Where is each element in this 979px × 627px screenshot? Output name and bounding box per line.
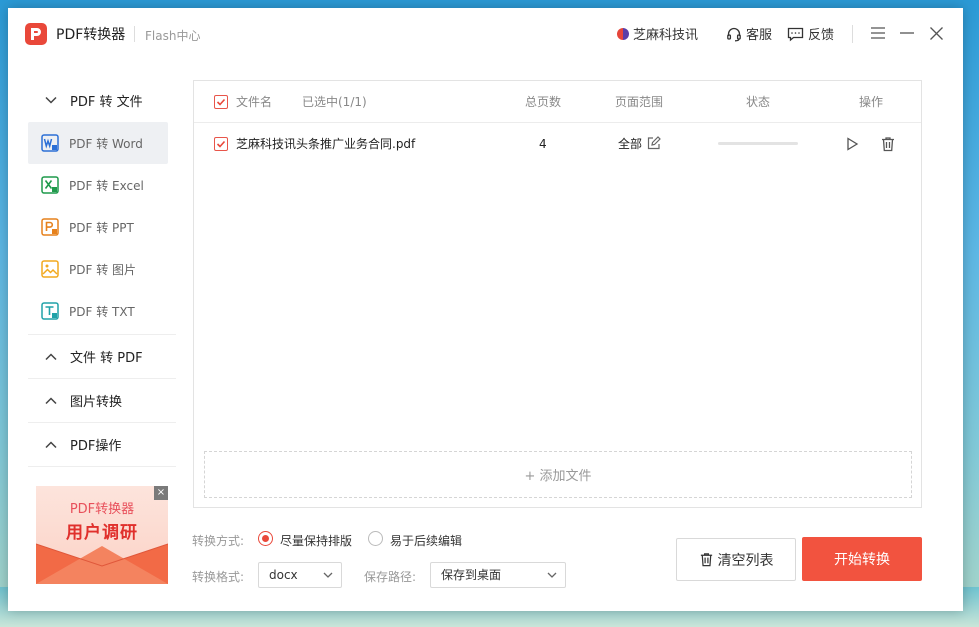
- app-logo-icon: [25, 23, 47, 45]
- chevron-down-icon: [547, 572, 557, 578]
- page-count: 4: [539, 137, 547, 151]
- sidebar-item-label: PDF 转 Excel: [69, 178, 144, 193]
- mode-radio-keep-layout[interactable]: [258, 531, 273, 546]
- promo-title: PDF转换器: [69, 502, 135, 517]
- format-label: 转换格式:: [192, 570, 245, 584]
- select-all-checkbox[interactable]: [214, 95, 228, 109]
- group-image-convert[interactable]: 图片转换: [28, 379, 176, 423]
- mode-option-easy-edit[interactable]: 易于后续编辑: [390, 532, 462, 549]
- chevron-up-icon: [45, 396, 57, 404]
- file-list-panel: 文件名 已选中(1/1) 总页数 页面范围 状态 操作 芝麻科技讯头条推广业务合…: [193, 80, 922, 508]
- group-label: PDF 转 文件: [70, 94, 143, 110]
- envelope-icon: [36, 543, 168, 584]
- brand-label: 芝麻科技讯: [633, 28, 699, 43]
- chevron-up-icon: [45, 440, 57, 448]
- sidebar: PDF 转 文件 PDF 转 Word PDF 转 Excel PDF 转 PP…: [28, 78, 176, 467]
- sidebar-item-pdf-to-word[interactable]: PDF 转 Word: [28, 122, 168, 164]
- headset-icon: [727, 27, 741, 41]
- sidebar-item-label: PDF 转 PPT: [69, 220, 134, 235]
- sidebar-item-pdf-to-ppt[interactable]: PDF 转 PPT: [28, 206, 176, 248]
- sidebar-item-pdf-to-txt[interactable]: PDF 转 TXT: [28, 290, 176, 332]
- menu-icon: [871, 27, 885, 39]
- menu-button[interactable]: [869, 24, 887, 42]
- col-actions: 操作: [859, 95, 884, 109]
- group-pdf-ops[interactable]: PDF操作: [28, 423, 176, 467]
- trash-icon: [700, 553, 712, 567]
- chevron-down-icon: [323, 572, 333, 578]
- chevron-down-icon: [45, 96, 57, 104]
- txt-icon: [41, 302, 59, 320]
- group-label: 文件 转 PDF: [70, 351, 143, 366]
- row-checkbox[interactable]: [214, 137, 228, 151]
- service-label: 客服: [746, 28, 773, 43]
- title-divider: [134, 26, 135, 42]
- add-file-button[interactable]: + 添加文件: [204, 451, 912, 498]
- group-pdf-to-file[interactable]: PDF 转 文件: [28, 78, 176, 122]
- status-progress-bar: [718, 142, 798, 145]
- title-divider-right: [852, 25, 853, 43]
- mode-radio-easy-edit[interactable]: [368, 531, 383, 546]
- ppt-icon: [41, 218, 59, 236]
- sidebar-item-label: PDF 转 Word: [69, 136, 143, 151]
- edit-icon[interactable]: [647, 136, 661, 150]
- format-value: docx: [269, 568, 298, 582]
- brand-icon: [617, 27, 629, 40]
- feedback-label: 反馈: [808, 28, 835, 43]
- group-label: PDF操作: [70, 439, 122, 454]
- add-file-label: + 添加文件: [524, 469, 592, 484]
- word-icon: [41, 134, 59, 152]
- format-select[interactable]: docx: [258, 562, 342, 588]
- service-button[interactable]: 客服: [726, 24, 772, 43]
- path-label: 保存路径:: [364, 570, 417, 584]
- minimize-button[interactable]: [898, 24, 916, 42]
- col-status: 状态: [746, 95, 771, 109]
- checkmark-icon: [216, 98, 226, 106]
- close-icon: [929, 26, 943, 40]
- group-file-to-pdf[interactable]: 文件 转 PDF: [28, 335, 176, 379]
- feedback-button[interactable]: 反馈: [787, 24, 834, 43]
- excel-icon: [41, 176, 59, 194]
- survey-promo-banner[interactable]: × PDF转换器 用户调研: [36, 486, 168, 584]
- table-header: 文件名 已选中(1/1) 总页数 页面范围 状态 操作: [194, 81, 921, 123]
- play-icon[interactable]: [844, 136, 860, 152]
- sidebar-item-pdf-to-excel[interactable]: PDF 转 Excel: [28, 164, 176, 206]
- app-title: PDF转换器: [56, 27, 126, 43]
- file-name: 芝麻科技讯头条推广业务合同.pdf: [236, 137, 416, 151]
- mode-label: 转换方式:: [192, 534, 245, 548]
- start-convert-button[interactable]: 开始转换: [802, 537, 922, 581]
- selected-count: 已选中(1/1): [302, 95, 367, 109]
- image-icon: [41, 260, 59, 278]
- save-path-select[interactable]: 保存到桌面: [430, 562, 566, 588]
- start-convert-label: 开始转换: [834, 552, 890, 568]
- save-path-value: 保存到桌面: [441, 568, 502, 582]
- sidebar-item-label: PDF 转 图片: [69, 262, 137, 277]
- page-range: 全部: [618, 137, 643, 151]
- clear-list-label: 清空列表: [717, 552, 774, 569]
- title-bar: PDF转换器 Flash中心 芝麻科技讯 客服 反馈: [8, 8, 963, 60]
- chat-feedback-icon: [787, 27, 804, 41]
- table-row[interactable]: 芝麻科技讯头条推广业务合同.pdf 4 全部: [194, 123, 921, 163]
- mode-option-keep-layout[interactable]: 尽量保持排版: [280, 532, 352, 549]
- col-range: 页面范围: [615, 95, 664, 109]
- col-pages: 总页数: [525, 95, 562, 109]
- group-label: 图片转换: [70, 395, 123, 410]
- trash-icon[interactable]: [880, 136, 896, 152]
- sidebar-item-pdf-to-image[interactable]: PDF 转 图片: [28, 248, 176, 290]
- sidebar-item-label: PDF 转 TXT: [69, 304, 135, 319]
- close-button[interactable]: [927, 24, 945, 42]
- minimize-icon: [900, 32, 914, 34]
- brand-link[interactable]: 芝麻科技讯: [617, 24, 698, 43]
- chevron-up-icon: [45, 352, 57, 360]
- app-window: PDF转换器 Flash中心 芝麻科技讯 客服 反馈 PDF 转 文件 PDF …: [8, 8, 963, 611]
- app-subtitle[interactable]: Flash中心: [145, 27, 200, 44]
- col-filename: 文件名: [236, 95, 273, 109]
- checkmark-icon: [216, 140, 226, 148]
- clear-list-button[interactable]: 清空列表: [676, 538, 796, 581]
